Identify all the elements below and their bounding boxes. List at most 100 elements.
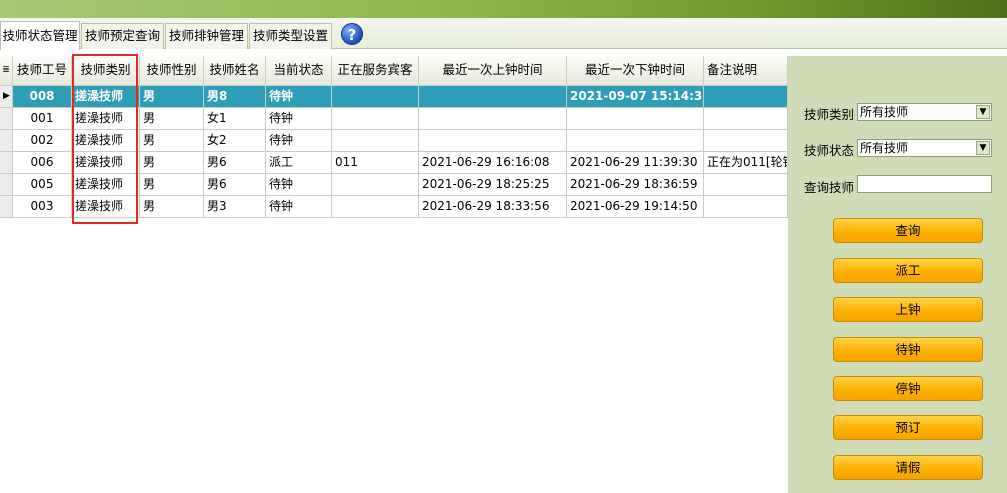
cell-gender: 男	[140, 196, 204, 218]
title-banner	[0, 0, 1007, 18]
cell-last-start	[419, 108, 567, 130]
cell-category: 搓澡技师	[72, 174, 140, 196]
cell-name: 男6	[204, 174, 266, 196]
cell-last-end	[567, 108, 704, 130]
cell-gender: 男	[140, 152, 204, 174]
cell-guest	[332, 86, 419, 108]
row-indicator	[0, 174, 13, 196]
table-row[interactable]: 005 搓澡技师 男 男6 待钟 2021-06-29 18:25:25 202…	[0, 174, 788, 196]
query-label: 查询技师	[804, 180, 855, 195]
table-row[interactable]: 002 搓澡技师 男 女2 待钟	[0, 130, 788, 152]
cell-gender: 男	[140, 108, 204, 130]
col-header-last-end[interactable]: 最近一次下钟时间	[567, 56, 704, 86]
cell-last-start: 2021-06-29 16:16:08	[419, 152, 567, 174]
cell-category: 搓澡技师	[72, 152, 140, 174]
cell-last-start: 2021-06-29 18:25:25	[419, 174, 567, 196]
filter-panel: 技师类别 所有技师 ▼ 技师状态 所有技师 ▼ 查询技师 查询 派工 上钟 待钟…	[788, 56, 1007, 493]
status-select-value: 所有技师	[860, 141, 909, 155]
start-clock-button[interactable]: 上钟	[833, 297, 983, 322]
cell-remark	[704, 196, 788, 218]
cell-remark	[704, 130, 788, 152]
row-indicator	[0, 196, 13, 218]
cell-id: 001	[13, 108, 72, 130]
col-header-status[interactable]: 当前状态	[266, 56, 332, 86]
cell-category: 搓澡技师	[72, 130, 140, 152]
col-header-id[interactable]: 技师工号	[13, 56, 72, 86]
cell-last-end: 2021-06-29 18:36:59	[567, 174, 704, 196]
stop-clock-button[interactable]: 停钟	[833, 376, 983, 401]
cell-name: 男6	[204, 152, 266, 174]
col-header-remark[interactable]: 备注说明	[704, 56, 788, 86]
cell-gender: 男	[140, 130, 204, 152]
status-select[interactable]: 所有技师 ▼	[857, 139, 992, 157]
cell-id: 003	[13, 196, 72, 218]
row-indicator-header: ≣	[0, 56, 13, 86]
reserve-button[interactable]: 预订	[833, 415, 983, 440]
cell-category: 搓澡技师	[72, 196, 140, 218]
row-indicator	[0, 152, 13, 174]
status-label: 技师状态	[804, 143, 855, 158]
cell-remark	[704, 174, 788, 196]
cell-category: 搓澡技师	[72, 86, 140, 108]
leave-button[interactable]: 请假	[833, 455, 983, 480]
cell-last-end: 2021-06-29 11:39:30	[567, 152, 704, 174]
category-select[interactable]: 所有技师 ▼	[857, 103, 992, 121]
grid-header: ≣ 技师工号 技师类别 技师性别 技师姓名 当前状态 正在服务宾客 最近一次上钟…	[0, 56, 788, 86]
col-header-gender[interactable]: 技师性别	[140, 56, 204, 86]
table-row[interactable]: 001 搓澡技师 男 女1 待钟	[0, 108, 788, 130]
chevron-down-icon[interactable]: ▼	[976, 105, 990, 119]
tech-grid[interactable]: ≣ 技师工号 技师类别 技师性别 技师姓名 当前状态 正在服务宾客 最近一次上钟…	[0, 56, 788, 493]
cell-id: 002	[13, 130, 72, 152]
table-row[interactable]: 003 搓澡技师 男 男3 待钟 2021-06-29 18:33:56 202…	[0, 196, 788, 218]
cell-name: 女2	[204, 130, 266, 152]
cell-name: 男8	[204, 86, 266, 108]
cell-remark	[704, 86, 788, 108]
cell-guest	[332, 108, 419, 130]
category-select-value: 所有技师	[860, 105, 909, 119]
tab-tech-booking[interactable]: 技师预定查询	[81, 23, 164, 49]
row-indicator	[0, 130, 13, 152]
col-header-category[interactable]: 技师类别	[72, 56, 140, 86]
row-indicator-icon: ▶	[0, 86, 13, 108]
cell-id: 006	[13, 152, 72, 174]
cell-guest	[332, 196, 419, 218]
tab-strip: 技师状态管理 技师预定查询 技师排钟管理 技师类型设置	[0, 18, 1007, 50]
tab-tech-type[interactable]: 技师类型设置	[249, 23, 332, 49]
cell-id: 008	[13, 86, 72, 108]
cell-name: 女1	[204, 108, 266, 130]
category-label: 技师类别	[804, 107, 855, 122]
col-header-last-start[interactable]: 最近一次上钟时间	[419, 56, 567, 86]
cell-last-start	[419, 86, 567, 108]
table-row[interactable]: 006 搓澡技师 男 男6 派工 011 2021-06-29 16:16:08…	[0, 152, 788, 174]
cell-guest	[332, 174, 419, 196]
query-button[interactable]: 查询	[833, 218, 983, 243]
wait-clock-button[interactable]: 待钟	[833, 337, 983, 362]
cell-status: 待钟	[266, 86, 332, 108]
help-icon[interactable]: ?	[341, 23, 363, 45]
cell-last-end	[567, 130, 704, 152]
cell-gender: 男	[140, 86, 204, 108]
cell-status: 待钟	[266, 196, 332, 218]
cell-last-end: 2021-06-29 19:14:50	[567, 196, 704, 218]
cell-guest	[332, 130, 419, 152]
cell-status: 待钟	[266, 174, 332, 196]
tab-tech-schedule[interactable]: 技师排钟管理	[165, 23, 248, 49]
cell-remark: 正在为011[轮钟	[704, 152, 788, 174]
cell-name: 男3	[204, 196, 266, 218]
cell-guest: 011	[332, 152, 419, 174]
dispatch-button[interactable]: 派工	[833, 258, 983, 283]
chevron-down-icon[interactable]: ▼	[976, 141, 990, 155]
cell-last-end: 2021-09-07 15:14:32	[567, 86, 704, 108]
query-input[interactable]	[857, 175, 992, 193]
cell-remark	[704, 108, 788, 130]
row-indicator	[0, 108, 13, 130]
col-header-name[interactable]: 技师姓名	[204, 56, 266, 86]
cell-status: 派工	[266, 152, 332, 174]
cell-id: 005	[13, 174, 72, 196]
cell-gender: 男	[140, 174, 204, 196]
col-header-guest[interactable]: 正在服务宾客	[332, 56, 419, 86]
tab-tech-status[interactable]: 技师状态管理	[0, 21, 80, 50]
cell-last-start	[419, 130, 567, 152]
cell-status: 待钟	[266, 130, 332, 152]
table-row[interactable]: ▶ 008 搓澡技师 男 男8 待钟 2021-09-07 15:14:32	[0, 86, 788, 108]
